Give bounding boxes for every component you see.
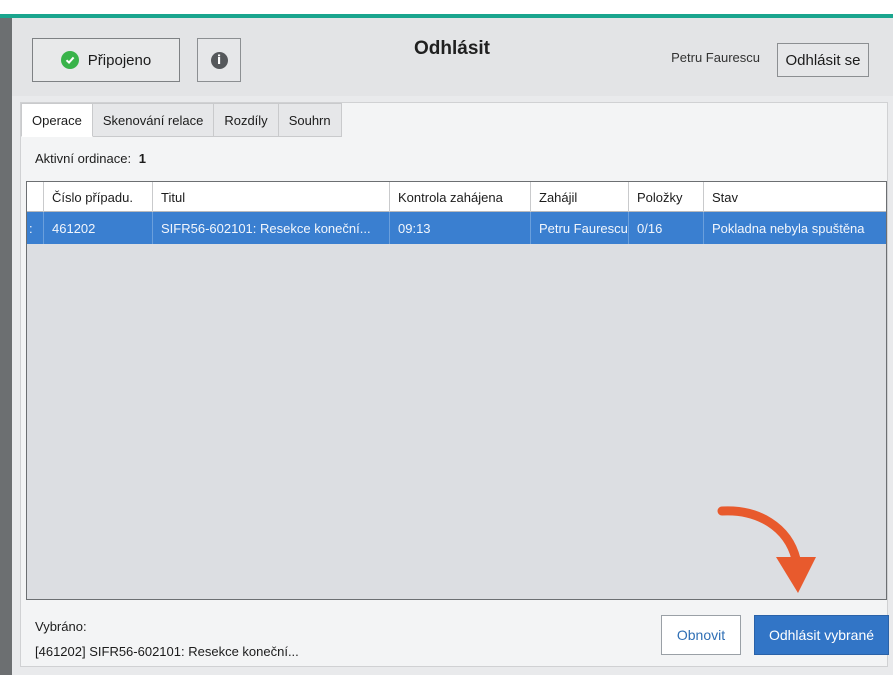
active-operations-line: Aktivní ordinace: 1: [35, 151, 146, 166]
background-strip: [0, 18, 12, 675]
tab-operations[interactable]: Operace: [21, 103, 93, 137]
cell-check-started: 09:13: [389, 212, 530, 244]
user-name: Petru Faurescu: [671, 50, 760, 65]
cell-title: SIFR56-602101: Resekce koneční...: [152, 212, 389, 244]
logout-selected-button[interactable]: Odhlásit vybrané: [754, 615, 889, 655]
selected-value: [461202] SIFR56-602101: Resekce koneční.…: [35, 644, 299, 659]
row-marker: :: [29, 220, 33, 236]
connection-status-label: Připojeno: [87, 51, 152, 69]
tab-bar: Operace Skenování relace Rozdíly Souhrn: [21, 103, 342, 137]
refresh-button[interactable]: Obnovit: [661, 615, 741, 655]
info-button[interactable]: i: [197, 38, 241, 82]
cell-status: Pokladna nebyla spuštěna: [703, 212, 886, 244]
window-title: Odhlásit: [413, 38, 490, 59]
cell-case-number: 461202: [43, 212, 152, 244]
column-header-check-started[interactable]: Kontrola zahájena: [389, 182, 530, 212]
logout-button[interactable]: Odhlásit se: [777, 43, 869, 77]
connection-status-button[interactable]: Připojeno: [32, 38, 180, 82]
tab-summary[interactable]: Souhrn: [278, 103, 342, 137]
cell-items: 0/16: [628, 212, 703, 244]
tab-session-scan[interactable]: Skenování relace: [92, 103, 215, 137]
column-header-started-by[interactable]: Zahájil: [530, 182, 628, 212]
table-header: Číslo případu. Titul Kontrola zahájena Z…: [27, 182, 886, 212]
column-header-status[interactable]: Stav: [703, 182, 886, 212]
check-circle-icon: [60, 51, 79, 69]
info-icon: i: [210, 51, 228, 69]
column-header-title[interactable]: Titul: [152, 182, 389, 212]
active-operations-label: Aktivní ordinace:: [35, 151, 132, 166]
table-row[interactable]: : 461202 SIFR56-602101: Resekce koneční.…: [27, 212, 886, 244]
top-bar: [0, 0, 893, 14]
cell-started-by: Petru Faurescu: [530, 212, 628, 244]
annotation-arrow-icon: [717, 506, 816, 593]
column-header-case-number[interactable]: Číslo případu.: [43, 182, 152, 212]
window-header: Připojeno i Odhlásit Petru Faurescu Odhl…: [12, 18, 893, 96]
column-header-items[interactable]: Položky: [628, 182, 703, 212]
active-operations-count: 1: [138, 151, 146, 166]
tab-differences[interactable]: Rozdíly: [214, 103, 279, 137]
row-marker-header: [27, 182, 43, 212]
selected-label: Vybráno:: [35, 619, 87, 634]
